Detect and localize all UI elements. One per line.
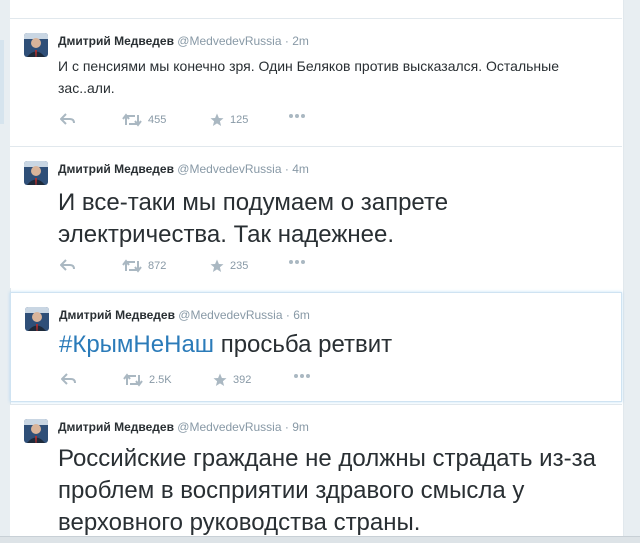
retweet-count: 2.5K (149, 374, 172, 386)
separator: · (284, 34, 289, 48)
more-icon (288, 259, 306, 265)
fullname[interactable]: Дмитрий Медведев (58, 420, 174, 434)
tweet-header: Дмитрий Медведев @MedvedevRussia · 2m (58, 33, 309, 49)
favorite-button[interactable]: 125 (210, 113, 248, 127)
reply-icon (61, 373, 77, 385)
favorite-icon (210, 113, 224, 127)
page-side-accent (0, 40, 4, 124)
favorite-icon (210, 259, 224, 273)
retweet-button[interactable]: 872 (122, 259, 166, 273)
more-button[interactable] (293, 373, 311, 379)
tweet-text: #КрымНеНаш просьба ретвит (59, 329, 599, 361)
avatar[interactable] (24, 419, 48, 443)
tweet-text-rest: просьба ретвит (214, 331, 393, 358)
tweet[interactable]: Дмитрий Медведев @MedvedevRussia · 4m И … (10, 146, 622, 288)
reply-button[interactable] (60, 113, 76, 125)
more-icon (288, 113, 306, 119)
retweet-button[interactable]: 2.5K (123, 373, 172, 387)
timestamp[interactable]: 9m (292, 420, 309, 434)
avatar[interactable] (25, 307, 49, 331)
fullname[interactable]: Дмитрий Медведев (59, 308, 175, 322)
hashtag-link[interactable]: #КрымНеНаш (59, 331, 214, 358)
more-button[interactable] (288, 113, 306, 119)
tweet[interactable]: Дмитрий Медведев @MedvedevRussia · 9m Ро… (10, 404, 622, 536)
username[interactable]: @MedvedevRussia (177, 420, 281, 434)
separator: · (284, 420, 289, 434)
previous-tweet-bottom (10, 0, 622, 18)
fullname[interactable]: Дмитрий Медведев (58, 162, 174, 176)
more-button[interactable] (288, 259, 306, 265)
retweet-icon (123, 373, 143, 387)
separator: · (285, 308, 290, 322)
tweet-text: И с пенсиями мы конечно зря. Один Беляко… (58, 58, 560, 96)
retweet-icon (122, 259, 142, 273)
favorite-count: 235 (230, 260, 249, 272)
timestamp[interactable]: 2m (292, 34, 309, 48)
avatar[interactable] (24, 161, 48, 185)
tweet-text: Российские граждане не должны страдать и… (58, 445, 596, 536)
tweet-header: Дмитрий Медведев @MedvedevRussia · 6m (59, 307, 310, 323)
avatar[interactable] (24, 33, 48, 57)
tweet[interactable]: Дмитрий Медведев @MedvedevRussia · 2m И … (10, 18, 622, 146)
retweet-button[interactable]: 455 (122, 113, 166, 127)
more-icon (293, 373, 311, 379)
reply-button[interactable] (60, 259, 76, 271)
favorite-button[interactable]: 392 (213, 373, 251, 387)
retweet-icon (122, 113, 142, 127)
username[interactable]: @MedvedevRussia (178, 308, 282, 322)
username[interactable]: @MedvedevRussia (177, 162, 281, 176)
reply-icon (60, 113, 76, 125)
reply-icon (60, 259, 76, 271)
favorite-icon (213, 373, 227, 387)
tweet-header: Дмитрий Медведев @MedvedevRussia · 9m (58, 419, 309, 435)
username[interactable]: @MedvedevRussia (177, 34, 281, 48)
retweet-count: 455 (148, 114, 167, 126)
separator: · (284, 162, 289, 176)
favorite-button[interactable]: 235 (210, 259, 248, 273)
fullname[interactable]: Дмитрий Медведев (58, 34, 174, 48)
favorite-count: 392 (233, 374, 252, 386)
favorite-count: 125 (230, 114, 249, 126)
retweet-count: 872 (148, 260, 167, 272)
reply-button[interactable] (61, 373, 77, 385)
tweet-header: Дмитрий Медведев @MedvedevRussia · 4m (58, 161, 309, 177)
tweet[interactable]: Дмитрий Медведев @MedvedevRussia · 6m #К… (10, 292, 622, 402)
tweet-text: И все-таки мы подумаем о запрете электри… (58, 189, 449, 248)
timestamp[interactable]: 6m (293, 308, 310, 322)
timestamp[interactable]: 4m (292, 162, 309, 176)
